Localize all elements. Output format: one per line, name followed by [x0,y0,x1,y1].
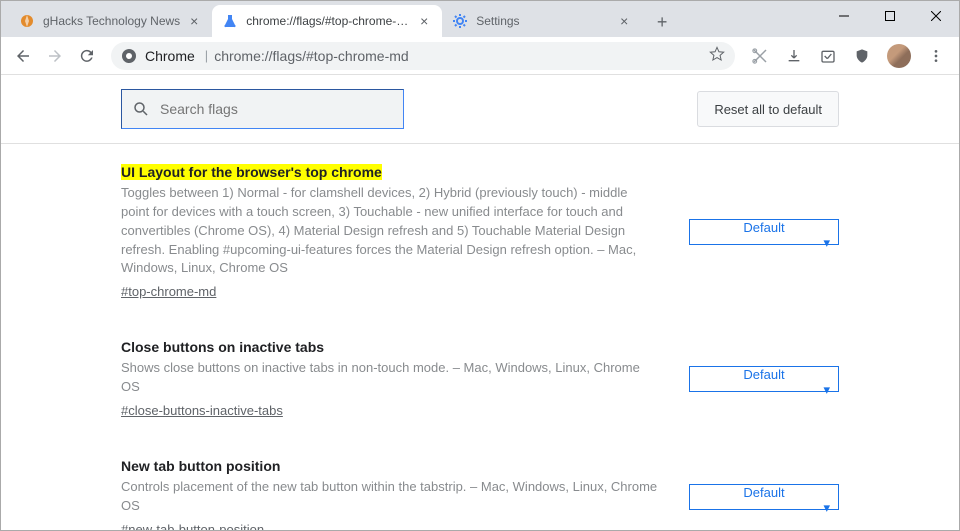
flag-title: Close buttons on inactive tabs [121,339,324,355]
flag-select-value: Default [698,220,830,235]
extension-download-icon[interactable] [781,43,807,69]
bookmark-star-icon[interactable] [709,46,725,65]
profile-avatar[interactable] [887,44,911,68]
reload-button[interactable] [73,42,101,70]
flag-description: Controls placement of the new tab button… [121,478,659,516]
omnibox-url: chrome://flags/#top-chrome-md [214,48,709,64]
forward-button[interactable] [41,42,69,70]
search-input[interactable] [160,101,393,117]
search-box[interactable] [121,89,404,129]
chrome-icon [121,48,137,64]
tab-ghacks[interactable]: gHacks Technology News × [9,5,212,37]
tab-strip: gHacks Technology News × chrome://flags/… [1,1,676,37]
omnibox[interactable]: Chrome | chrome://flags/#top-chrome-md [111,42,735,70]
extension-shield-icon[interactable] [849,43,875,69]
flag-description: Shows close buttons on inactive tabs in … [121,359,659,397]
flag-title: New tab button position [121,458,280,474]
tab-settings[interactable]: Settings × [442,5,642,37]
close-window-button[interactable] [913,1,959,31]
flags-header: Reset all to default [1,75,959,144]
back-button[interactable] [9,42,37,70]
flag-description: Toggles between 1) Normal - for clamshel… [121,184,659,278]
close-icon[interactable]: × [616,13,632,29]
extension-calendar-icon[interactable] [815,43,841,69]
flask-icon [222,13,238,29]
minimize-button[interactable] [821,1,867,31]
flag-item-close-buttons: Close buttons on inactive tabs Shows clo… [121,339,839,418]
flag-hash-link[interactable]: #top-chrome-md [121,284,216,299]
flag-hash-link[interactable]: #close-buttons-inactive-tabs [121,403,283,418]
tab-title: chrome://flags/#top-chrome-md [246,14,410,28]
extension-scissors-icon[interactable] [747,43,773,69]
omnibox-separator: | [205,48,208,63]
flag-item-new-tab-position: New tab button position Controls placeme… [121,458,839,530]
flag-select[interactable]: Default [689,366,839,392]
close-icon[interactable]: × [186,13,202,29]
menu-button[interactable] [923,43,949,69]
search-icon [132,100,150,118]
new-tab-button[interactable]: + [648,9,676,37]
close-icon[interactable]: × [416,13,432,29]
tab-title: Settings [476,14,610,28]
content-scroll[interactable]: Reset all to default UI Layout for the b… [1,75,959,530]
toolbar: Chrome | chrome://flags/#top-chrome-md [1,37,959,75]
window-controls [821,1,959,31]
flags-list: UI Layout for the browser's top chrome T… [1,144,959,530]
flag-select-value: Default [698,485,830,500]
maximize-button[interactable] [867,1,913,31]
flag-select-value: Default [698,367,830,382]
tab-flags[interactable]: chrome://flags/#top-chrome-md × [212,5,442,37]
flag-select[interactable]: Default [689,219,839,245]
gear-icon [452,13,468,29]
flag-hash-link[interactable]: #new-tab-button-position [121,522,264,530]
ghacks-favicon-icon [19,13,35,29]
tab-title: gHacks Technology News [43,14,180,28]
omnibox-source: Chrome [145,48,195,64]
flag-title: UI Layout for the browser's top chrome [121,164,382,180]
titlebar: gHacks Technology News × chrome://flags/… [1,1,959,37]
flag-select[interactable]: Default [689,484,839,510]
reset-all-button[interactable]: Reset all to default [697,91,839,127]
flag-item-top-chrome-md: UI Layout for the browser's top chrome T… [121,164,839,299]
